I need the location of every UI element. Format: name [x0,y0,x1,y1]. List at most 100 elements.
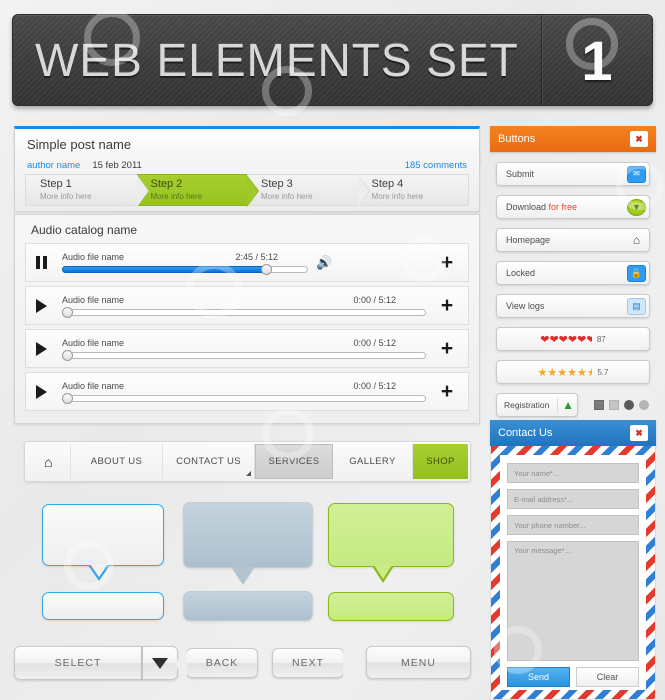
play-button[interactable] [36,341,62,356]
slider-rail [62,309,426,316]
audio-row[interactable]: Audio file name 0:00 / 5:12 + [25,372,469,411]
registration-button[interactable]: Registration ▲ [496,393,578,417]
audio-row[interactable]: Audio file name 0:00 / 5:12 + [25,286,469,325]
send-button[interactable]: Send [507,667,570,687]
add-button[interactable]: + [434,338,460,359]
buttons-panel-body: Submit ✉ Download for free ▼ Homepage ⌂ … [490,152,656,458]
volume-slider[interactable] [338,258,434,267]
slider-knob[interactable] [62,350,73,361]
slider-rail [62,352,426,359]
audio-file-name: Audio file name [62,252,125,262]
lock-icon: 🔒 [627,264,646,282]
swatch-light-circle[interactable] [639,400,649,410]
banner-number: 1 [581,28,613,92]
back-button-label: BACK [205,657,239,669]
step-item-4[interactable]: Step 4 More info here [357,174,469,206]
color-swatches [594,400,649,410]
bubble-body [183,502,313,568]
nav-item-label: CONTACT US [176,456,241,467]
audio-row-info: Audio file name 0:00 / 5:12 [62,381,426,391]
step-indicator: Step 1 More info here Step 2 More info h… [25,174,469,207]
banner-title: WEB ELEMENTS SET [35,34,519,86]
slider-knob[interactable] [62,393,73,404]
heart-rating[interactable]: ❤❤❤❤❤❤ 87 [496,327,650,351]
play-button[interactable] [36,384,62,399]
select-dropdown-toggle[interactable] [142,646,178,680]
phone-field[interactable]: Your phone namber... [507,515,639,535]
menu-button[interactable]: MENU [366,646,471,679]
audio-row[interactable]: Audio file name 2:45 / 5:12 🔊 + [25,243,469,282]
audio-progress-slider[interactable] [62,350,426,361]
play-button[interactable] [36,298,62,313]
post-author[interactable]: author name [27,160,80,171]
step-arrow-icon [247,175,258,207]
stars-icon: ★★★★★★ [537,366,593,379]
mail-icon: ✉ [627,165,646,183]
add-button[interactable]: + [434,381,460,402]
locked-button[interactable]: Locked 🔒 [496,261,650,285]
download-button[interactable]: Download for free ▼ [496,195,650,219]
back-arrow-icon [174,649,187,679]
step-item-2[interactable]: Step 2 More info here [136,174,259,207]
slider-knob[interactable] [261,264,273,275]
swatch-dark-square[interactable] [594,400,604,410]
volume-control[interactable]: 🔊 [316,256,434,269]
step-title: Step 2 [150,178,183,190]
document-icon: ▤ [627,297,646,315]
audio-row-main: Audio file name 0:00 / 5:12 [62,381,434,404]
audio-progress-slider[interactable] [62,307,426,318]
nav-item-home[interactable]: ⌂ [27,444,71,479]
nav-item-services[interactable]: SERVICES [255,444,333,479]
email-field[interactable]: E-mail address*... [507,489,639,509]
audio-row[interactable]: Audio file name 0:00 / 5:12 + [25,329,469,368]
slider-knob[interactable] [62,307,73,318]
audio-progress-slider[interactable] [62,264,308,275]
nav-item-shop[interactable]: SHOP [413,444,468,479]
homepage-button-label: Homepage [506,235,551,245]
contact-form-actions: Send Clear [507,667,639,687]
nav-item-about-us[interactable]: ABOUT US [71,444,163,479]
view-logs-button[interactable]: View logs ▤ [496,294,650,318]
clear-button[interactable]: Clear [576,667,639,687]
step-arrow-icon [136,175,148,207]
add-button[interactable]: + [434,252,460,273]
name-field[interactable]: Your name*... [507,463,639,483]
next-arrow-icon [343,649,356,679]
star-rating[interactable]: ★★★★★★ 5.7 [496,360,650,384]
audio-progress-slider[interactable] [62,393,426,404]
buttons-panel-title: Buttons [498,133,536,145]
registration-button-label: Registration [504,400,550,410]
play-icon [36,341,47,356]
step-title: Step 3 [261,178,293,190]
post-meta: author name 15 feb 2011 185 comments [15,156,479,173]
hearts-icon: ❤❤❤❤❤❤ [540,333,592,346]
audio-time: 0:00 / 5:12 [353,381,396,391]
pause-icon [36,256,47,269]
swatch-light-square[interactable] [609,400,619,410]
home-icon: ⌂ [632,233,641,247]
pause-button[interactable] [36,256,62,269]
play-icon [36,384,47,399]
select-button[interactable]: SELECT [14,646,142,680]
bubble-small-blue [42,592,164,620]
step-item-3[interactable]: Step 3 More info here [247,174,370,207]
close-icon[interactable]: ✖ [630,131,648,147]
bubble-small-green [328,592,454,621]
next-button[interactable]: NEXT [272,648,356,679]
message-field[interactable]: Your message*... [507,541,639,661]
nav-item-gallery[interactable]: GALLERY [333,444,413,479]
back-button[interactable]: BACK [174,648,258,679]
view-logs-button-label: View logs [506,301,545,311]
add-button[interactable]: + [434,295,460,316]
bubble-tail-icon [231,567,255,585]
swatch-dark-circle[interactable] [624,400,634,410]
submit-button[interactable]: Submit ✉ [496,162,650,186]
nav-item-contact-us[interactable]: CONTACT US [163,444,255,479]
homepage-button[interactable]: Homepage ⌂ [496,228,650,252]
registration-row: Registration ▲ [496,393,650,417]
step-arrow-icon [357,175,369,207]
close-icon[interactable]: ✖ [630,425,648,441]
step-item-1[interactable]: Step 1 More info here [25,174,149,207]
post-comments-link[interactable]: 185 comments [405,160,467,171]
audio-row-main: Audio file name 0:00 / 5:12 [62,338,434,361]
